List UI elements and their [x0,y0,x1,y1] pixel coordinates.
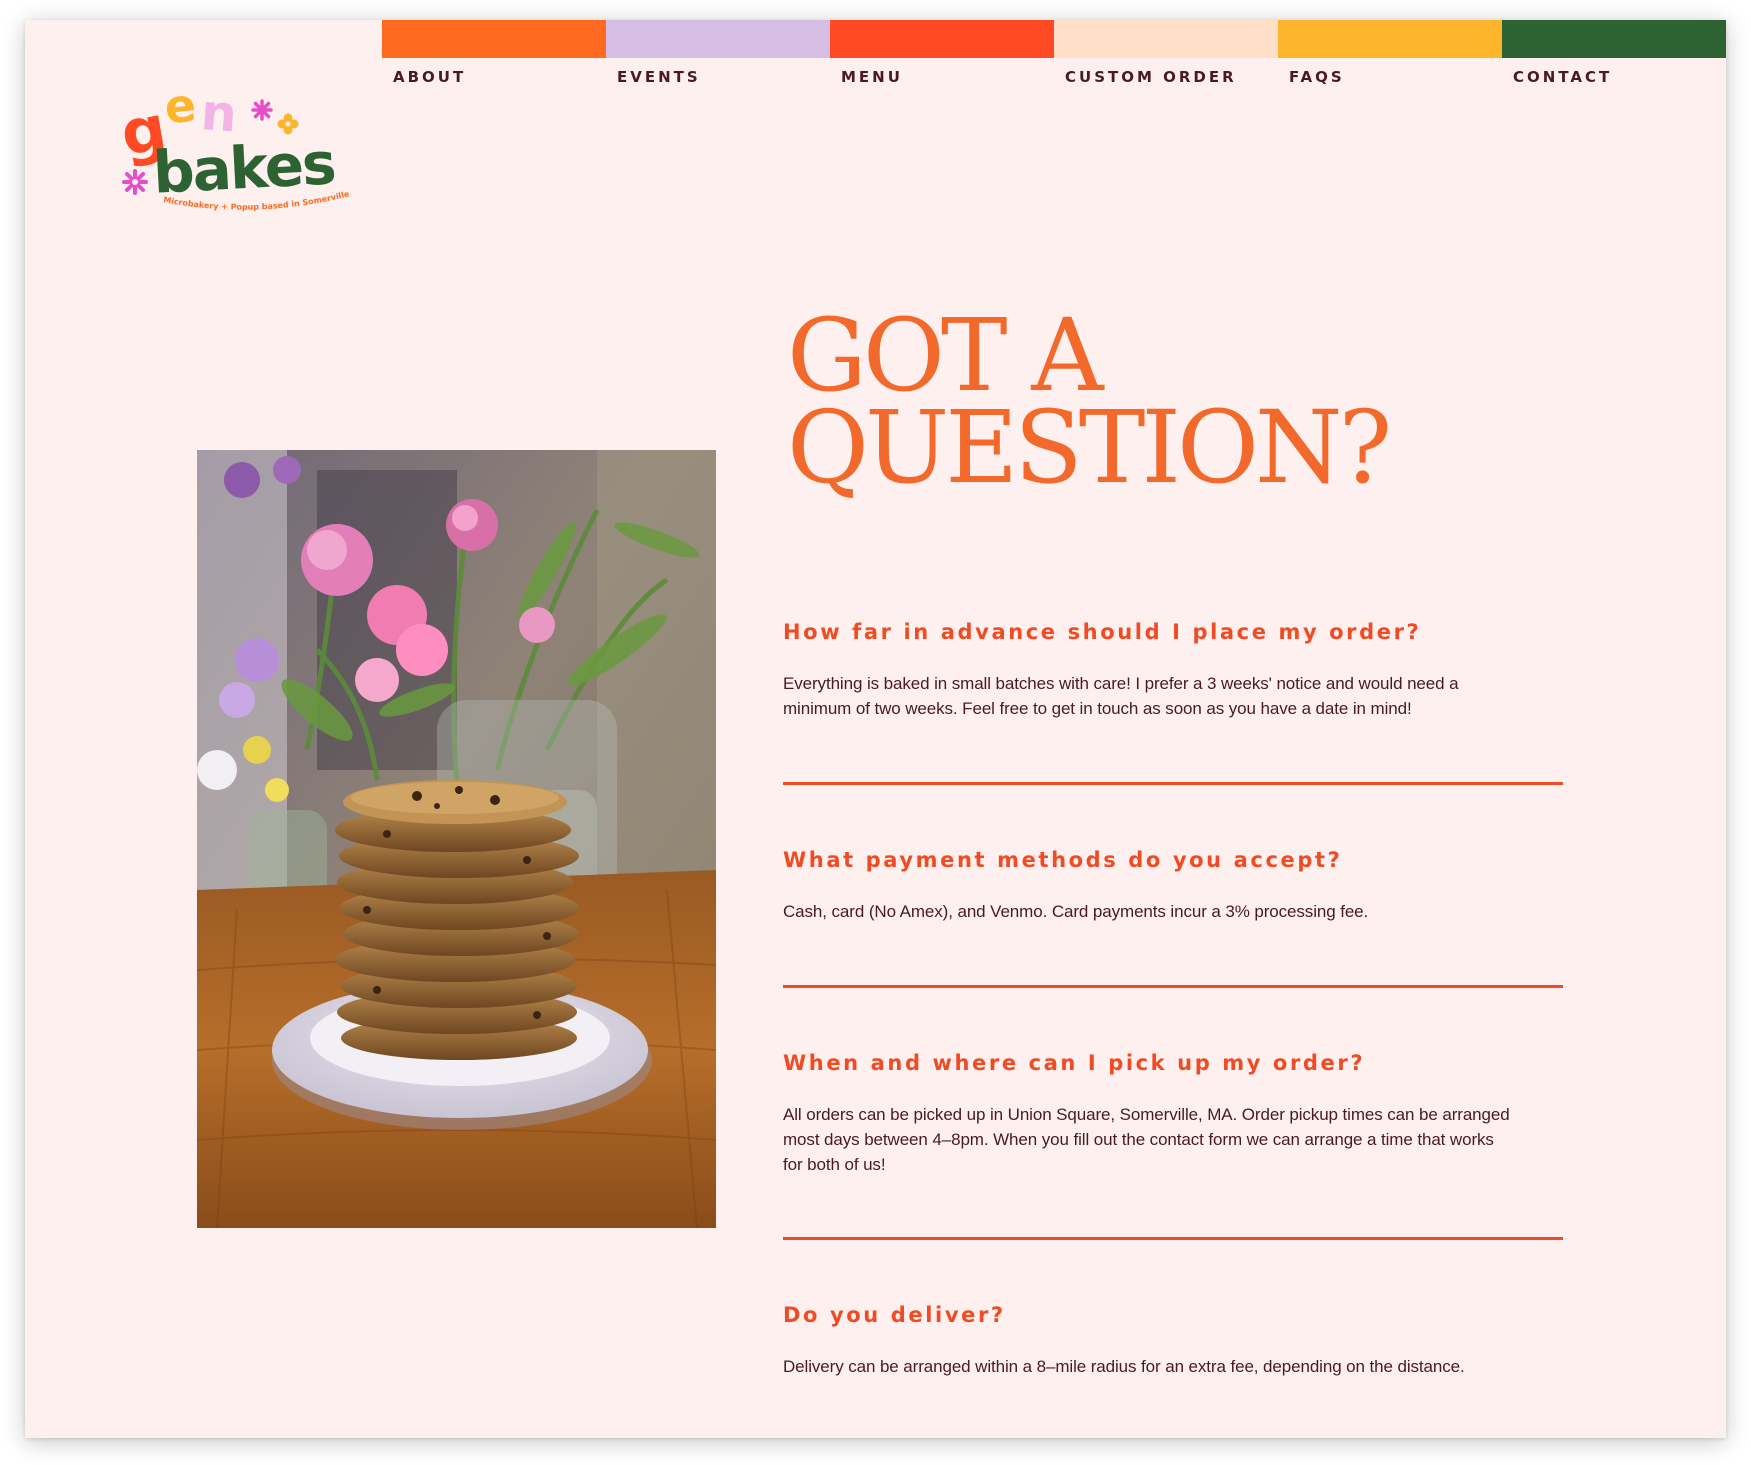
svg-text:bakes: bakes [151,129,336,206]
main-nav: ABOUT EVENTS MENU CUSTOM ORDER FAQS CONT… [382,20,1726,120]
nav-color-bar [606,20,830,58]
gen-bakes-logo: g e n bakes Microbakery + Popup based in… [101,63,351,212]
page-title-line2: QUESTION? [787,389,1392,506]
faq-question: How far in advance should I place my ord… [783,620,1422,644]
nav-color-bar [830,20,1054,58]
cookies-and-flowers-image [197,450,716,1228]
faq-item: How far in advance should I place my ord… [783,620,1563,721]
nav-about[interactable]: ABOUT [382,20,606,120]
nav-label: CONTACT [1513,68,1613,86]
flower-icon [251,99,273,121]
nav-color-bar [1278,20,1502,58]
faq-answer: Cash, card (No Amex), and Venmo. Card pa… [783,899,1563,924]
nav-label: ABOUT [393,68,467,86]
faq-answer: Everything is baked in small batches wit… [783,671,1563,721]
flower-icon [122,169,148,195]
answer-line: Delivery can be arranged within a 8–mile… [783,1357,1465,1376]
answer-line: most days between 4–8pm. When you fill o… [783,1130,1494,1149]
nav-custom-order[interactable]: CUSTOM ORDER [1054,20,1278,120]
nav-faqs[interactable]: FAQS [1278,20,1502,120]
faq-divider [783,985,1563,988]
faq-question: What payment methods do you accept? [783,848,1343,872]
answer-line: minimum of two weeks. Feel free to get i… [783,699,1412,718]
logo[interactable]: g e n bakes Microbakery + Popup based in… [101,63,375,220]
faq-answer: Delivery can be arranged within a 8–mile… [783,1354,1563,1379]
page-title: GOT A QUESTION? [787,306,1427,506]
answer-line: Everything is baked in small batches wit… [783,674,1459,693]
faq-item: When and where can I pick up my order? A… [783,1051,1563,1177]
nav-label: EVENTS [617,68,701,86]
nav-label: CUSTOM ORDER [1065,68,1237,86]
faq-answer: All orders can be picked up in Union Squ… [783,1102,1563,1177]
nav-color-bar [1054,20,1278,58]
cookie-stack-photo [197,450,716,1228]
nav-contact[interactable]: CONTACT [1502,20,1726,120]
nav-menu[interactable]: MENU [830,20,1054,120]
faq-item: Do you deliver? Delivery can be arranged… [783,1303,1563,1379]
svg-text:e: e [162,77,199,134]
nav-label: MENU [841,68,903,86]
nav-color-bar [1502,20,1726,58]
page: ABOUT EVENTS MENU CUSTOM ORDER FAQS CONT… [25,20,1726,1438]
answer-line: All orders can be picked up in Union Squ… [783,1105,1510,1124]
faq-question: Do you deliver? [783,1303,1006,1327]
answer-line: for both of us! [783,1155,886,1174]
faq-question: When and where can I pick up my order? [783,1051,1366,1075]
nav-events[interactable]: EVENTS [606,20,830,120]
nav-color-bar [382,20,606,58]
faq-item: What payment methods do you accept? Cash… [783,848,1563,924]
faq-divider [783,1237,1563,1240]
nav-label: FAQS [1289,68,1345,86]
faq-divider [783,782,1563,785]
answer-line: Cash, card (No Amex), and Venmo. Card pa… [783,902,1369,921]
